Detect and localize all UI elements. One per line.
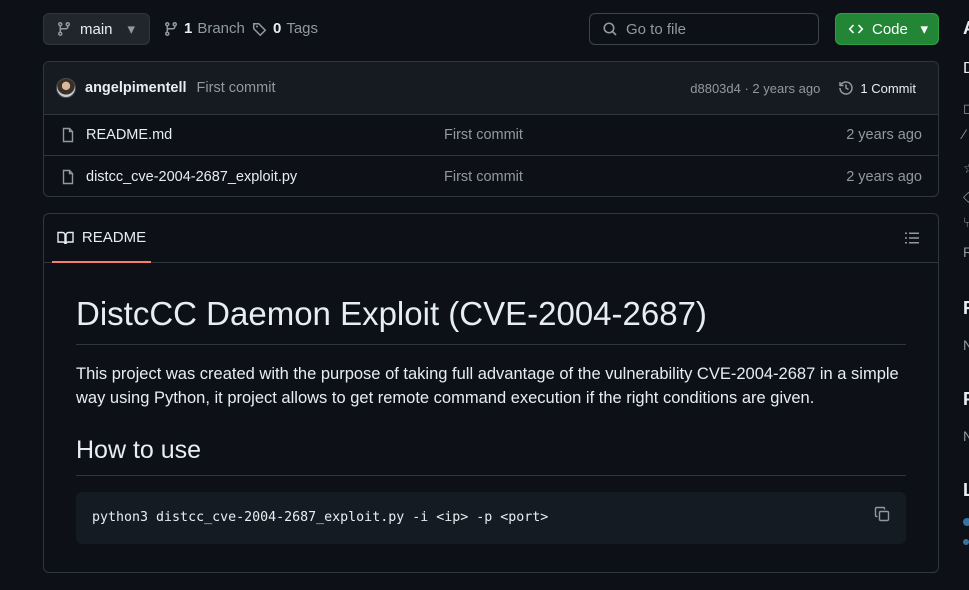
history-icon [839, 81, 854, 95]
readme-paragraph: This project was created with the purpos… [76, 365, 899, 408]
code-button[interactable]: Code ▾ [835, 13, 939, 45]
readme-content: DistcCC Daemon Exploit (CVE-2004-2687) T… [44, 263, 938, 544]
readme-header: README [44, 214, 938, 263]
tags-link[interactable]: 0 Tags [252, 20, 318, 37]
file-name[interactable]: distcc_cve-2004-2687_exploit.py [86, 169, 444, 185]
go-to-file-placeholder: Go to file [626, 20, 687, 38]
file-commit-message[interactable]: First commit [444, 127, 523, 143]
branch-name: main [80, 20, 113, 38]
eye-icon: ◇ [963, 188, 969, 204]
sidebar-icon-fragment: ◻ [963, 100, 969, 116]
git-branch-icon [58, 21, 70, 37]
file-row[interactable]: README.md First commit 2 years ago [44, 115, 938, 156]
commit-count: 1 Commit [860, 80, 916, 96]
readme-title: DistcCC Daemon Exploit (CVE-2004-2687) [76, 293, 906, 346]
search-icon [603, 22, 617, 36]
tag-label: Tags [286, 20, 319, 37]
description-fragment: D [963, 60, 969, 77]
readme-panel: README DistcCC Daemon Exploit (CVE-2004-… [43, 213, 939, 573]
outline-list-icon[interactable] [904, 230, 920, 246]
file-row[interactable]: distcc_cve-2004-2687_exploit.py First co… [44, 156, 938, 196]
commit-history-link[interactable]: 1 Commit [838, 80, 916, 96]
file-browser: angelpimentell First commit d8803d4 · 2 … [43, 61, 939, 197]
commit-hash-age[interactable]: d8803d4 · 2 years ago [690, 81, 820, 96]
no-packages-fragment: N [963, 428, 969, 444]
readme-tab-label: README [81, 229, 147, 246]
branch-count: 1 [184, 20, 193, 37]
no-releases-fragment: N [963, 337, 969, 353]
git-branch-icon [165, 21, 177, 36]
latest-commit-bar: angelpimentell First commit d8803d4 · 2 … [44, 62, 938, 115]
tab-readme[interactable]: README [52, 214, 151, 263]
file-age: 2 years ago [846, 168, 922, 185]
code-block: python3 distcc_cve-2004-2687_exploit.py … [76, 491, 906, 544]
tag-icon [253, 22, 267, 36]
file-icon [62, 127, 74, 143]
branch-selector-button[interactable]: main ▾ [43, 13, 150, 45]
go-to-file-input[interactable]: Go to file [589, 13, 819, 45]
code-button-label: Code [872, 20, 908, 38]
language-dot-fragment [963, 539, 969, 545]
about-heading-fragment: A [963, 18, 969, 39]
file-commit-message[interactable]: First commit [444, 169, 523, 185]
tag-count: 0 [273, 20, 282, 37]
chevron-down-icon: ▾ [127, 21, 135, 38]
report-fragment[interactable]: R [963, 244, 969, 260]
book-icon [57, 231, 74, 244]
chevron-down-icon: ▾ [920, 21, 928, 38]
file-age: 2 years ago [846, 127, 922, 143]
branch-label: Branch [197, 20, 245, 37]
language-bar-fragment [963, 518, 969, 526]
file-icon [62, 169, 74, 184]
branches-link[interactable]: 1 Branch [163, 20, 245, 37]
commit-author[interactable]: angelpimentell [85, 80, 187, 96]
sidebar-icon-fragment: ⁄ [963, 126, 966, 142]
avatar[interactable] [56, 78, 76, 98]
section-heading: How to use [76, 435, 906, 476]
file-name[interactable]: README.md [86, 127, 444, 143]
languages-heading-fragment: L [963, 480, 969, 500]
code-text: python3 distcc_cve-2004-2687_exploit.py … [92, 510, 549, 525]
packages-heading-fragment: P [963, 389, 969, 410]
copy-icon[interactable] [874, 506, 890, 522]
star-icon: ☆ [963, 160, 969, 177]
code-icon [848, 24, 864, 34]
fork-icon: ⑂ [963, 214, 969, 230]
commit-message[interactable]: First commit [197, 80, 276, 96]
releases-heading-fragment: R [963, 298, 969, 319]
